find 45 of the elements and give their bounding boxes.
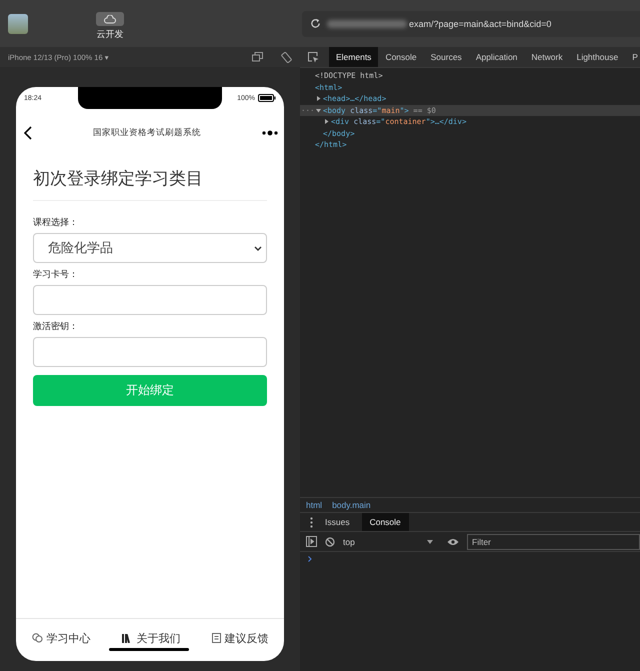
chevron-down-icon xyxy=(254,246,262,250)
tab-bar-item[interactable]: 关于我们 xyxy=(122,630,180,650)
field-label: 课程选择： xyxy=(33,216,79,229)
breadcrumb-link[interactable]: html xyxy=(306,500,322,510)
kebab-menu-icon[interactable] xyxy=(310,516,313,528)
page-title: 国家职业资格考试刷题系统 xyxy=(92,127,202,139)
dropdown-caret-icon xyxy=(427,540,433,544)
field-label: 激活密钥： xyxy=(33,320,79,333)
field-label: 学习卡号： xyxy=(33,268,79,281)
drawer-tab[interactable]: Console xyxy=(362,513,409,531)
note-icon xyxy=(212,633,220,643)
devtools-tab[interactable]: Sources xyxy=(424,47,469,67)
input-field[interactable] xyxy=(33,285,267,315)
devtools-tab[interactable]: Console xyxy=(378,47,424,67)
cloud-dev-button[interactable]: 云开发 xyxy=(96,12,124,41)
devtools-tab[interactable]: Network xyxy=(524,47,570,67)
input-field[interactable] xyxy=(33,337,267,367)
filter-field[interactable]: Filter xyxy=(467,534,640,550)
more-icon[interactable] xyxy=(262,130,278,136)
drawer-tab[interactable]: Issues xyxy=(317,513,358,531)
rotate-icon[interactable] xyxy=(281,52,292,62)
back-icon[interactable] xyxy=(24,126,32,140)
context-dropdown[interactable]: top xyxy=(343,536,439,546)
inspect-icon[interactable] xyxy=(308,52,319,62)
sidebar-toggle-icon[interactable] xyxy=(306,536,317,547)
course-select[interactable]: 危险化学品 xyxy=(33,233,267,263)
devtools-tab[interactable]: Application xyxy=(468,47,524,67)
form-heading: 初次登录绑定学习类目 xyxy=(33,157,267,201)
tab-bar-item[interactable]: 学习中心 xyxy=(32,630,90,650)
tab-bar-item[interactable]: 建议反馈 xyxy=(212,630,268,650)
prompt-chevron-icon xyxy=(308,556,312,562)
battery-icon xyxy=(258,94,276,102)
breadcrumb-link[interactable]: body.main xyxy=(332,500,371,510)
eye-icon[interactable] xyxy=(447,538,459,546)
devtools-tab[interactable]: Lighthouse xyxy=(570,47,626,67)
windows-icon[interactable] xyxy=(252,52,263,62)
avatar-photo-placeholder[interactable] xyxy=(8,14,28,34)
books-icon xyxy=(122,634,132,642)
devtools-tab[interactable]: P xyxy=(625,47,640,67)
clear-icon[interactable] xyxy=(325,536,335,546)
url-field[interactable]: exam/?page=main&act=bind&cid=0 xyxy=(302,10,640,36)
chat-bubbles-icon xyxy=(32,633,42,643)
refresh-icon[interactable] xyxy=(310,18,321,29)
cloud-icon xyxy=(104,14,116,24)
devtools-tab[interactable]: Elements xyxy=(329,47,378,67)
